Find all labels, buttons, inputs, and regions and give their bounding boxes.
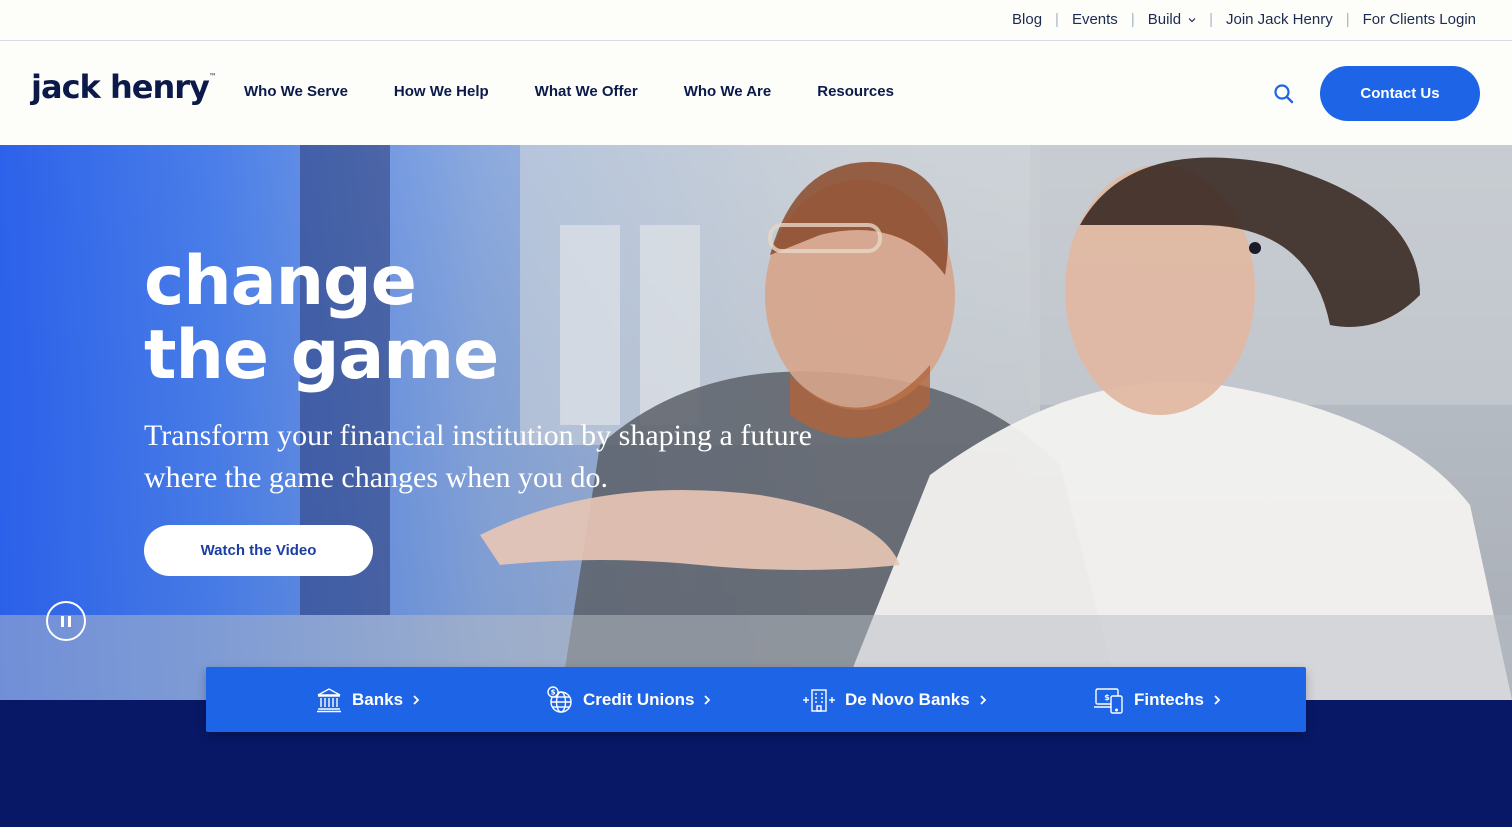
segment-bar: Banks $ Credit Unions De Novo Banks $ Fi…: [206, 667, 1306, 732]
pause-bar: [61, 615, 64, 627]
bank-icon: [317, 687, 341, 712]
hero-subtitle: Transform your financial institution by …: [144, 419, 812, 494]
logo-text: jack henry: [31, 68, 210, 106]
chevron-right-icon: [704, 694, 711, 705]
logo[interactable]: jack henry™: [31, 68, 217, 106]
svg-text:$: $: [1104, 693, 1110, 702]
devices-dollar-icon: $: [1094, 687, 1123, 714]
svg-text:$: $: [551, 688, 556, 696]
search-icon[interactable]: [1272, 82, 1296, 106]
chevron-right-icon: [413, 694, 420, 705]
contact-us-button[interactable]: Contact Us: [1320, 66, 1480, 121]
globe-dollar-icon: $: [547, 685, 572, 713]
utility-link-client-login[interactable]: For Clients Login: [1363, 11, 1476, 28]
utility-link-build[interactable]: Build: [1148, 11, 1196, 28]
segment-de-novo-banks-label: De Novo Banks: [845, 689, 970, 709]
utility-link-join[interactable]: Join Jack Henry: [1226, 11, 1333, 28]
hero-title: change the game: [144, 245, 884, 393]
utility-separator: |: [1130, 11, 1135, 28]
segment-fintechs-label: Fintechs: [1134, 689, 1204, 709]
hero-title-line-1: change: [144, 242, 417, 321]
segment-banks[interactable]: Banks: [314, 667, 420, 732]
nav-item-who-we-are[interactable]: Who We Are: [684, 83, 772, 100]
nav-item-who-we-serve[interactable]: Who We Serve: [244, 83, 348, 100]
chevron-down-icon: [1188, 17, 1196, 22]
utility-bar: Blog | Events | Build | Join Jack Henry …: [0, 0, 1512, 41]
utility-separator: |: [1055, 11, 1059, 28]
utility-separator: |: [1345, 11, 1350, 28]
segment-fintechs[interactable]: $ Fintechs: [1092, 667, 1221, 732]
nav-items: Who We Serve How We Help What We Offer W…: [244, 83, 940, 100]
hero-title-line-2: the game: [144, 316, 499, 395]
hero: change the game Transform your financial…: [0, 145, 1512, 700]
utility-link-build-label: Build: [1147, 11, 1182, 28]
new-building-icon: [803, 688, 835, 712]
segment-credit-unions-label: Credit Unions: [583, 689, 695, 709]
segment-banks-label: Banks: [352, 689, 404, 709]
utility-link-events[interactable]: Events: [1072, 11, 1118, 28]
pause-bar: [68, 615, 71, 627]
nav-item-what-we-offer[interactable]: What We Offer: [535, 83, 638, 100]
nav-item-resources[interactable]: Resources: [817, 83, 894, 100]
main-nav: jack henry™ Who We Serve How We Help Wha…: [0, 42, 1512, 145]
segment-credit-unions[interactable]: $ Credit Unions: [545, 667, 711, 732]
segment-de-novo-banks[interactable]: De Novo Banks: [801, 667, 987, 732]
chevron-right-icon: [980, 694, 986, 705]
logo-trademark: ™: [208, 72, 217, 81]
hero-content: change the game Transform your financial…: [144, 245, 884, 576]
utility-separator: |: [1209, 11, 1213, 28]
watch-video-button[interactable]: Watch the Video: [144, 525, 373, 576]
nav-item-how-we-help[interactable]: How We Help: [394, 83, 489, 100]
utility-link-blog[interactable]: Blog: [1012, 11, 1042, 28]
pause-icon[interactable]: [46, 601, 86, 641]
utility-links: Blog | Events | Build | Join Jack Henry …: [1012, 11, 1476, 28]
chevron-right-icon: [1214, 694, 1221, 705]
